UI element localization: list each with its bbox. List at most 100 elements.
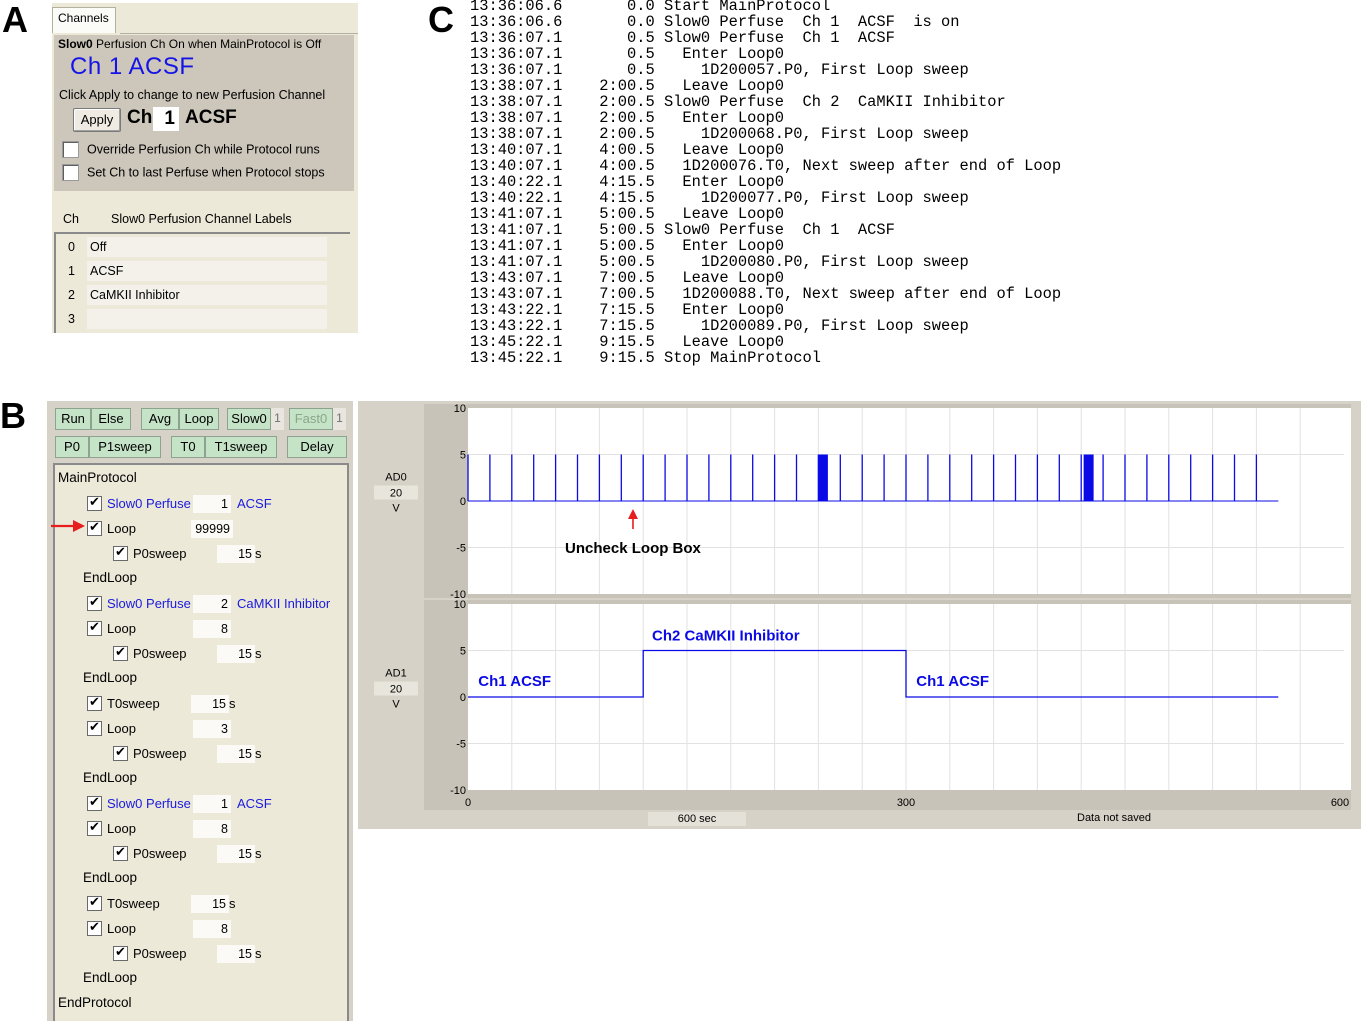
- row-checkbox[interactable]: [87, 819, 102, 836]
- protocol-log: 13:36:06.6 0.0 Start MainProtocol 13:36:0…: [470, 0, 1061, 366]
- protocol-row-sweep[interactable]: P0sweep 15s: [55, 544, 347, 564]
- row-value-input[interactable]: 15: [217, 945, 255, 963]
- log-line: 13:43:22.1 7:15.5 1D200089.P0, First Loo…: [470, 317, 969, 335]
- channel-label-field[interactable]: [87, 309, 327, 329]
- log-line: 13:36:06.6 0.0 Slow0 Perfuse Ch 1 ACSF i…: [470, 13, 960, 31]
- row-label: Loop: [107, 521, 136, 536]
- fast0-button[interactable]: Fast0: [289, 408, 333, 430]
- row-value-input[interactable]: 8: [193, 820, 231, 838]
- row-checkbox[interactable]: [87, 594, 102, 611]
- channel-number-input[interactable]: 1: [153, 107, 179, 131]
- p1sweep-button[interactable]: P1sweep: [89, 436, 161, 458]
- log-line: 13:41:07.1 5:00.5 Slow0 Perfuse Ch 1 ACS…: [470, 221, 895, 239]
- log-line: 13:36:07.1 0.5 Slow0 Perfuse Ch 1 ACSF: [470, 29, 895, 47]
- protocol-row-sweep[interactable]: P0sweep 15s: [55, 944, 347, 964]
- protocol-row-tsweep[interactable]: T0sweep 15s: [55, 694, 347, 714]
- row-label: Loop: [107, 821, 136, 836]
- panel-letter-c: C: [428, 0, 454, 40]
- row-value-input[interactable]: 15: [191, 895, 229, 913]
- row-checkbox[interactable]: [87, 494, 102, 511]
- row-value-input[interactable]: 15: [217, 645, 255, 663]
- else-button[interactable]: Else: [91, 408, 131, 430]
- log-line: 13:36:06.6 0.0 Start MainProtocol: [470, 0, 831, 15]
- row-channel-name: ACSF: [237, 496, 272, 511]
- protocol-row-sweep[interactable]: P0sweep 15s: [55, 644, 347, 664]
- channel-label-row: 3: [56, 308, 350, 330]
- t0-button[interactable]: T0: [171, 436, 205, 458]
- t1sweep-button[interactable]: T1sweep: [205, 436, 277, 458]
- row-value-input[interactable]: 15: [217, 845, 255, 863]
- row-value-input[interactable]: 15: [191, 695, 229, 713]
- log-line: 13:41:07.1 5:00.5 Leave Loop0: [470, 205, 785, 223]
- row-checkbox[interactable]: [87, 619, 102, 636]
- row-value-input[interactable]: 2: [193, 595, 231, 613]
- run-button[interactable]: Run: [55, 408, 91, 430]
- row-value-input[interactable]: 15: [217, 745, 255, 763]
- log-line: 13:40:07.1 4:00.5 Leave Loop0: [470, 141, 785, 159]
- panel-letter-a: A: [2, 0, 28, 40]
- protocol-row-tsweep[interactable]: T0sweep 15s: [55, 894, 347, 914]
- protocol-editor: Run Else Avg Loop Slow0 1 Fast0 1 P0 P1s…: [47, 401, 353, 1021]
- row-checkbox[interactable]: [87, 694, 102, 711]
- save-status: Data not saved: [1077, 812, 1151, 824]
- delay-button[interactable]: Delay: [287, 436, 347, 458]
- row-checkbox[interactable]: [87, 794, 102, 811]
- row-checkbox[interactable]: [87, 919, 102, 936]
- row-value-input[interactable]: 8: [193, 620, 231, 638]
- loop-button[interactable]: Loop: [179, 408, 219, 430]
- row-value-input[interactable]: 99999: [191, 520, 233, 538]
- row-channel-name: CaMKII Inhibitor: [237, 596, 331, 611]
- x-tick-label: 300: [897, 797, 915, 809]
- log-line: 13:40:07.1 4:00.5 1D200076.T0, Next swee…: [470, 157, 1062, 175]
- perfusion-status-line: Slow0 Perfusion Ch On when MainProtocol …: [58, 37, 321, 51]
- row-unit: s: [229, 696, 236, 711]
- endloop-label: EndLoop: [83, 870, 138, 885]
- slow0-button[interactable]: Slow0: [227, 408, 271, 430]
- row-value-input[interactable]: 8: [193, 920, 231, 938]
- protocol-row-perfuse[interactable]: Slow0 Perfuse2 CaMKII Inhibitor: [55, 594, 347, 614]
- row-value-input[interactable]: 1: [193, 795, 231, 813]
- tab-channels[interactable]: Channels: [52, 7, 116, 33]
- x-tick-label: 0: [465, 797, 471, 809]
- row-value-input[interactable]: 15: [217, 545, 255, 563]
- row-checkbox[interactable]: [87, 519, 102, 536]
- protocol-row-loop[interactable]: Loop 99999: [55, 519, 347, 539]
- ad1-annotation: Ch1 ACSF: [916, 673, 989, 690]
- protocol-row-sweep[interactable]: P0sweep 15s: [55, 744, 347, 764]
- labels-header-title: Slow0 Perfusion Channel Labels: [111, 212, 292, 226]
- row-checkbox[interactable]: [113, 844, 128, 861]
- row-checkbox[interactable]: [113, 744, 128, 761]
- protocol-row-perfuse[interactable]: Slow0 Perfuse1 ACSF: [55, 794, 347, 814]
- row-checkbox[interactable]: [87, 719, 102, 736]
- row-checkbox[interactable]: [113, 544, 128, 561]
- channel-label-field[interactable]: Off: [87, 237, 327, 257]
- row-checkbox[interactable]: [113, 944, 128, 961]
- protocol-row-perfuse[interactable]: Slow0 Perfuse1 ACSF: [55, 494, 347, 514]
- override-option[interactable]: Override Perfusion Ch while Protocol run…: [62, 141, 320, 161]
- ch-label: Ch: [127, 107, 153, 128]
- apply-button[interactable]: Apply: [73, 108, 121, 132]
- row-checkbox[interactable]: [113, 644, 128, 661]
- y-tick-label: 10: [454, 599, 466, 611]
- channel-label-field[interactable]: ACSF: [87, 261, 327, 281]
- protocol-row-sweep[interactable]: P0sweep 15s: [55, 844, 347, 864]
- range-label: 20: [390, 684, 402, 696]
- protocol-row-loop[interactable]: Loop 3: [55, 719, 347, 739]
- protocol-row-loop[interactable]: Loop 8: [55, 819, 347, 839]
- channel-label-field[interactable]: CaMKII Inhibitor: [87, 285, 327, 305]
- protocol-row-loop[interactable]: Loop 8: [55, 919, 347, 939]
- y-tick-label: -5: [456, 543, 466, 555]
- protocol-row-loop[interactable]: Loop 8: [55, 619, 347, 639]
- override-checkbox[interactable]: [62, 141, 79, 158]
- panel-letter-b: B: [0, 395, 26, 436]
- last-perfuse-option[interactable]: Set Ch to last Perfuse when Protocol sto…: [62, 164, 325, 184]
- avg-button[interactable]: Avg: [141, 408, 179, 430]
- row-label: P0sweep: [133, 946, 187, 961]
- p0-button[interactable]: P0: [55, 436, 89, 458]
- tab-divider: [120, 33, 358, 34]
- last-perfuse-checkbox[interactable]: [62, 164, 79, 181]
- row-value-input[interactable]: 3: [193, 720, 231, 738]
- row-value-input[interactable]: 1: [193, 495, 231, 513]
- row-label: Loop: [107, 721, 136, 736]
- row-checkbox[interactable]: [87, 894, 102, 911]
